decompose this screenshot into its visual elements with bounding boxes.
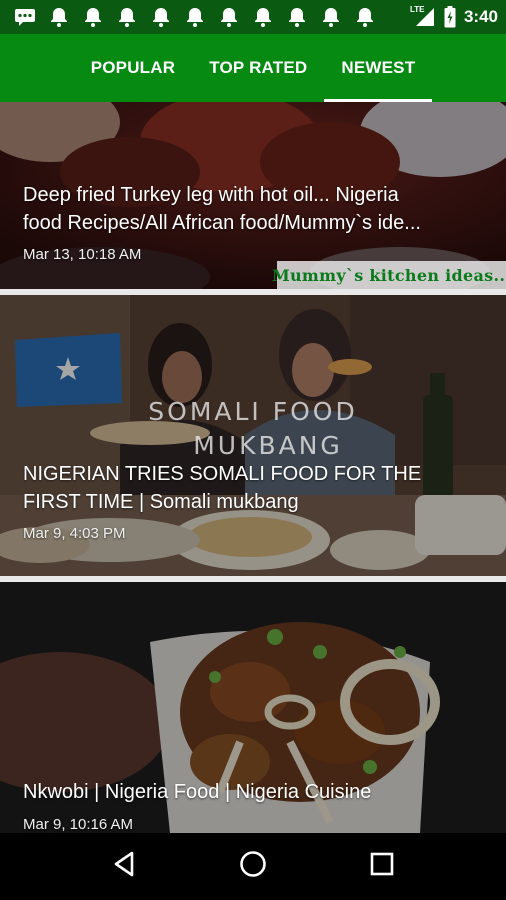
- video-title[interactable]: Deep fried Turkey leg with hot oil... Ni…: [23, 181, 484, 237]
- bell-icon: [280, 0, 314, 34]
- bell-icon: [42, 0, 76, 34]
- video-card[interactable]: Nkwobi | Nigeria Food | Nigeria Cuisine …: [0, 582, 506, 833]
- thumbnail-overlay-text: SOMALI FOOD MUKBANG: [148, 397, 358, 460]
- bell-icon: [144, 0, 178, 34]
- tab-label: NEWEST: [341, 58, 416, 77]
- message-icon: [8, 0, 42, 34]
- bell-icon: [76, 0, 110, 34]
- tab-newest[interactable]: NEWEST: [324, 34, 433, 102]
- tab-label: POPULAR: [90, 58, 176, 77]
- back-button[interactable]: [94, 837, 154, 897]
- tab-bar: POPULAR TOP RATED NEWEST: [0, 34, 506, 102]
- clock: 3:40: [463, 7, 498, 26]
- video-title[interactable]: Nkwobi | Nigeria Food | Nigeria Cuisine: [23, 778, 484, 806]
- system-nav-bar: [0, 833, 506, 900]
- bell-icon: [348, 0, 382, 34]
- video-card[interactable]: SOMALI FOOD MUKBANG NIGERIAN TRIES SOMAL…: [0, 295, 506, 576]
- thumbnail-watermark: Mummy`s kitchen ideas...: [272, 261, 506, 289]
- video-date: Mar 9, 4:03 PM: [23, 525, 126, 542]
- battery-icon: [444, 6, 456, 28]
- notification-icons: [8, 0, 382, 34]
- video-list[interactable]: Mummy`s kitchen ideas... Deep fried Turk…: [0, 102, 506, 833]
- bell-icon: [178, 0, 212, 34]
- bell-icon: [246, 0, 280, 34]
- bell-icon: [212, 0, 246, 34]
- video-card[interactable]: Mummy`s kitchen ideas... Deep fried Turk…: [0, 102, 506, 289]
- bell-icon: [110, 0, 144, 34]
- lte-signal-icon: LTE: [410, 5, 436, 28]
- recents-button[interactable]: [352, 837, 412, 897]
- video-date: Mar 13, 10:18 AM: [23, 246, 142, 263]
- back-icon: [112, 851, 136, 882]
- home-button[interactable]: [223, 837, 283, 897]
- tab-top-rated[interactable]: TOP RATED: [192, 34, 324, 102]
- video-date: Mar 9, 10:16 AM: [23, 816, 134, 833]
- video-title[interactable]: NIGERIAN TRIES SOMALI FOOD FOR THE FIRST…: [23, 460, 484, 516]
- tab-label: TOP RATED: [209, 58, 308, 77]
- bell-icon: [314, 0, 348, 34]
- home-icon: [239, 850, 267, 883]
- tab-popular[interactable]: POPULAR: [74, 34, 193, 102]
- status-bar: LTE 3:40: [0, 0, 506, 34]
- recents-icon: [370, 852, 394, 881]
